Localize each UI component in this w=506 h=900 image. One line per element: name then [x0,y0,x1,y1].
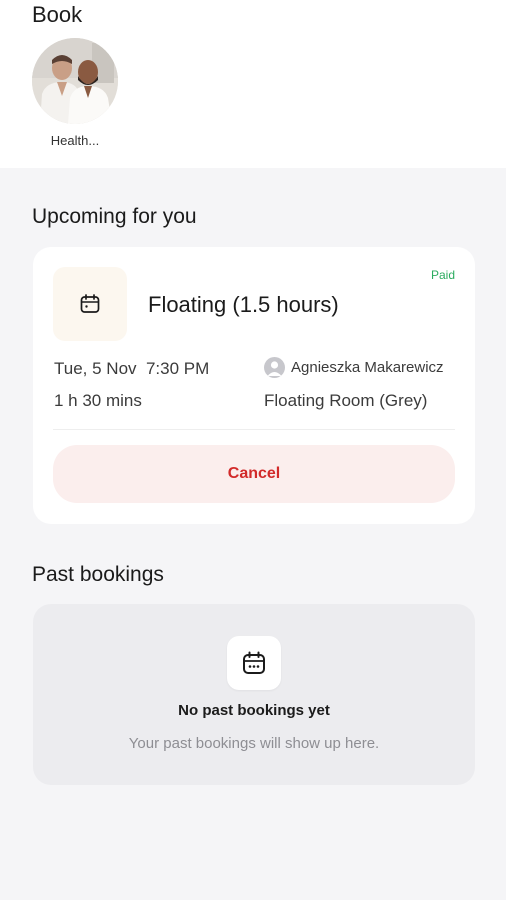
past-bookings-empty-state: No past bookings yet Your past bookings … [33,604,475,785]
calendar-icon [243,651,265,674]
room-name: Floating Room (Grey) [264,391,428,410]
past-bookings-title: Past bookings [32,563,164,586]
date-time-text: Tue, 5 Nov 7:30 PM [54,359,210,378]
upcoming-title: Upcoming for you [32,205,197,228]
upcoming-booking-card[interactable]: Paid Floating (1.5 hours) Tue, 5 Nov 7:3… [33,247,475,524]
status-badge: Paid [430,268,455,282]
calendar-icon [80,294,100,313]
empty-state-icon-tile [227,636,281,690]
empty-state-subtitle: Your past bookings will show up here. [128,735,380,752]
booking-icon-tile [53,267,127,341]
staff-member: Agnieszka Makarewicz [264,357,444,378]
booking-duration: 1 h 30 mins [54,391,142,410]
provider-label[interactable]: Health... [32,133,118,148]
provider-photo [32,38,118,124]
service-name: Floating (1.5 hours) [148,292,339,317]
staff-name: Agnieszka Makarewicz [291,359,444,376]
cancel-button[interactable]: Cancel [53,445,455,503]
user-avatar-icon [264,357,285,378]
book-title: Book [32,2,83,27]
book-section: Book Health... [0,0,506,168]
divider [53,429,455,430]
booking-date-time: Tue, 5 Nov 7:30 PM [54,359,209,379]
provider-avatar[interactable] [32,38,118,124]
empty-state-title: No past bookings yet [178,702,330,719]
